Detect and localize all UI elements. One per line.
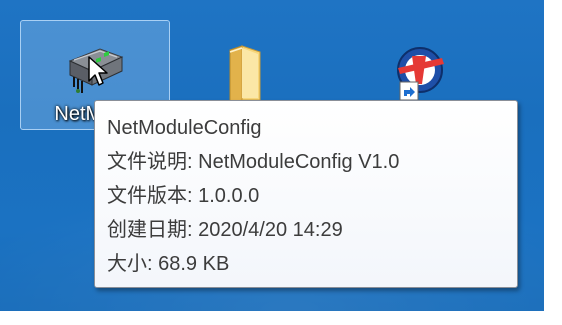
tooltip-row-value: 2020/4/20 14:29 (198, 219, 343, 241)
tooltip-row-size: 大小: 68.9 KB (107, 247, 505, 281)
tooltip-row-label: 大小: (107, 253, 159, 275)
tooltip-title: NetModuleConfig (107, 117, 262, 139)
tooltip-row-value: 68.9 KB (158, 253, 230, 275)
tooltip-row-label: 文件说明: (107, 151, 199, 173)
app-shortcut-icon (382, 38, 452, 108)
tooltip-row-value: NetModuleConfig V1.0 (198, 151, 400, 173)
folder-icon (212, 38, 282, 108)
file-info-tooltip: NetModuleConfig 文件说明: NetModuleConfig V1… (94, 100, 518, 288)
tooltip-row-created: 创建日期: 2020/4/20 14:29 (107, 213, 505, 247)
desktop: NetModuleConfig 文件说明: NetModuleConfig V1… (0, 0, 562, 325)
tooltip-row-label: 文件版本: (107, 185, 199, 207)
tooltip-row-version: 文件版本: 1.0.0.0 (107, 179, 505, 213)
mouse-cursor-icon (87, 55, 111, 87)
tooltip-row-label: 创建日期: (107, 219, 199, 241)
tooltip-row-value: 1.0.0.0 (198, 185, 260, 207)
tooltip-row-description: 文件说明: NetModuleConfig V1.0 (107, 145, 505, 179)
screen-edge-right (544, 0, 562, 325)
screen-edge-bottom (0, 311, 562, 325)
